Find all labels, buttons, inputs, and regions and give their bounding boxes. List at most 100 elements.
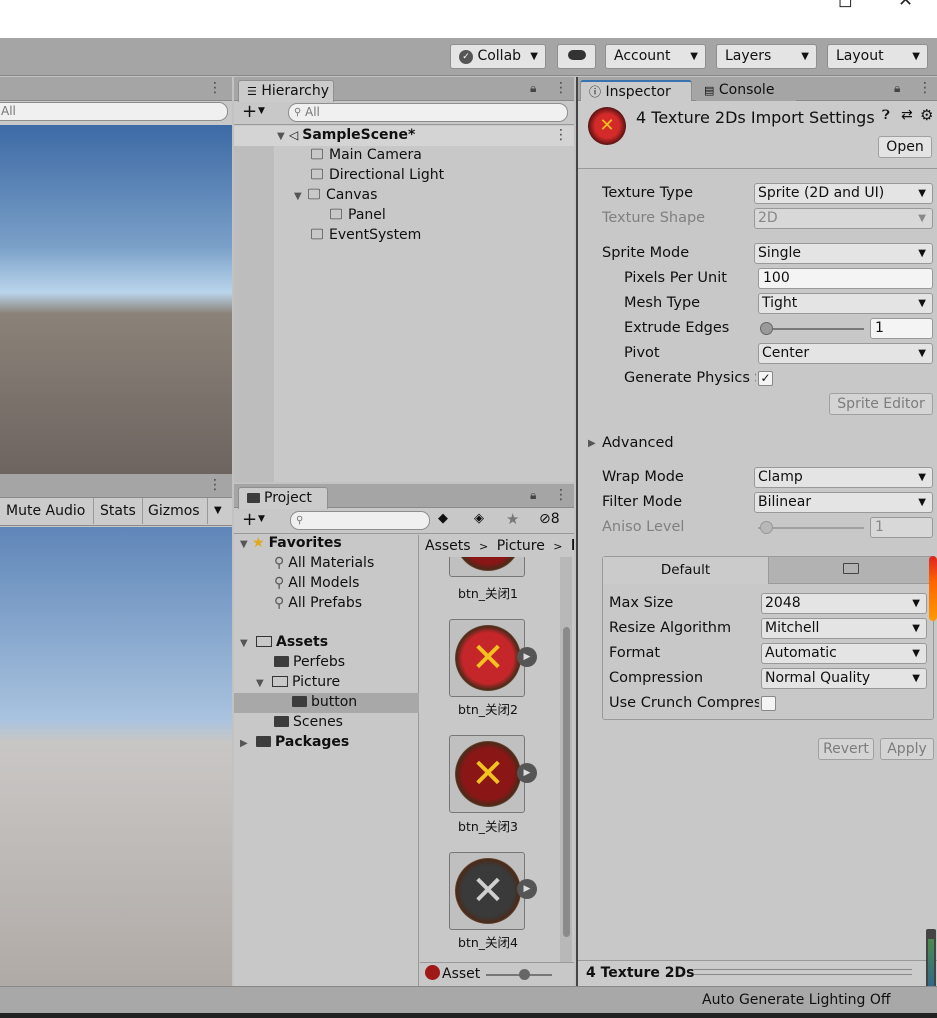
layers-dropdown[interactable]: Layers ▼ — [716, 44, 817, 69]
more-options-icon[interactable]: ⋮ — [918, 80, 932, 96]
mute-audio-toggle[interactable]: Mute Audio — [6, 498, 85, 524]
scrollbar-thumb[interactable] — [563, 627, 570, 937]
filter-mode-dropdown[interactable]: Bilinear ▼ — [754, 492, 933, 513]
gizmos-toggle[interactable]: Gizmos — [148, 498, 200, 524]
tree-button[interactable]: button — [292, 694, 357, 710]
extrude-edges-field[interactable]: 1 — [870, 318, 933, 339]
slider-knob[interactable] — [519, 969, 530, 980]
collab-button[interactable]: ✓ Collab ▼ — [450, 44, 546, 69]
tree-scenes[interactable]: Scenes — [274, 714, 343, 730]
hierarchy-item-main-camera[interactable]: Main Camera — [309, 147, 422, 163]
asset-scrollbar[interactable] — [560, 557, 572, 962]
tab-inspector[interactable]: ⓘ Inspector — [580, 80, 692, 102]
play-preview-icon[interactable]: ▶ — [517, 879, 537, 899]
preview-drag-handle[interactable] — [694, 969, 912, 975]
compression-dropdown[interactable]: Normal Quality ▼ — [761, 668, 927, 689]
expanded-arrow-icon[interactable]: ▼ — [256, 678, 268, 689]
more-options-icon[interactable]: ⋮ — [554, 487, 568, 503]
lock-icon[interactable]: 🔒︎ — [530, 488, 536, 503]
hierarchy-search-input[interactable]: ⚲ All — [288, 103, 568, 122]
hierarchy-item-canvas[interactable]: ▼ Canvas — [294, 187, 377, 203]
tab-hierarchy[interactable]: ☰ Hierarchy — [238, 80, 334, 102]
hierarchy-item-panel[interactable]: Panel — [328, 207, 386, 223]
use-crunch-checkbox[interactable] — [761, 696, 776, 711]
cloud-button[interactable] — [557, 44, 596, 69]
breadcrumb-button[interactable]: b — [571, 538, 574, 554]
slider-knob[interactable] — [760, 322, 773, 335]
apply-button[interactable]: Apply — [880, 738, 934, 760]
revert-button[interactable]: Revert — [818, 738, 874, 760]
asset-thumbnail[interactable]: ✕ — [449, 735, 525, 813]
asset-thumbnail[interactable]: ✕ — [449, 619, 525, 697]
breadcrumb-assets[interactable]: Assets — [425, 538, 471, 554]
chevron-down-icon[interactable]: ▼ — [258, 106, 265, 116]
tree-all-models[interactable]: ⚲ All Models — [274, 575, 359, 591]
tag-icon[interactable]: ◈ — [474, 511, 484, 526]
expanded-arrow-icon[interactable]: ▼ — [240, 638, 252, 649]
chevron-down-icon[interactable]: ▼ — [214, 498, 222, 524]
layout-dropdown[interactable]: Layout ▼ — [827, 44, 928, 69]
generate-physics-checkbox[interactable]: ✓ — [758, 371, 773, 386]
hierarchy-item-samplescene[interactable]: ▼ ◁ SampleScene* — [277, 127, 415, 143]
extrude-edges-slider[interactable] — [762, 328, 864, 330]
chevron-down-icon[interactable]: ▼ — [258, 514, 265, 524]
close-icon[interactable]: ✕ — [898, 0, 913, 11]
sprite-editor-button[interactable]: Sprite Editor — [829, 393, 933, 415]
tree-all-prefabs[interactable]: ⚲ All Prefabs — [274, 595, 362, 611]
expanded-arrow-icon[interactable]: ▼ — [240, 539, 252, 550]
filter-by-type-icon[interactable]: ◆ — [438, 511, 448, 526]
pixels-per-unit-field[interactable]: 100 — [758, 268, 933, 289]
hidden-packages-icon[interactable]: ⊘8 — [539, 511, 560, 527]
add-icon[interactable]: + — [242, 101, 257, 122]
play-preview-icon[interactable]: ▶ — [517, 763, 537, 783]
more-options-icon[interactable]: ⋮ — [208, 477, 222, 493]
lock-icon[interactable]: 🔒︎ — [894, 81, 900, 96]
tab-standalone-platform[interactable] — [769, 557, 933, 584]
add-icon[interactable]: + — [242, 509, 257, 530]
play-preview-icon[interactable]: ▶ — [517, 647, 537, 667]
more-options-icon[interactable]: ⋮ — [554, 80, 568, 96]
tree-perfebs[interactable]: Perfebs — [274, 654, 345, 670]
scene-search-input[interactable]: All — [0, 102, 228, 121]
hierarchy-item-directional-light[interactable]: Directional Light — [309, 167, 444, 183]
preset-sliders-icon[interactable]: ⇄ — [901, 107, 913, 123]
breadcrumb-picture[interactable]: Picture — [497, 538, 545, 554]
asset-thumbnail[interactable]: ✕ — [449, 557, 525, 577]
stats-toggle[interactable]: Stats — [100, 498, 136, 524]
tree-all-materials[interactable]: ⚲ All Materials — [274, 555, 374, 571]
gear-icon[interactable]: ⚙ — [920, 106, 933, 124]
restore-icon[interactable]: ◻ — [838, 0, 853, 11]
open-button[interactable]: Open — [878, 136, 932, 158]
account-dropdown[interactable]: Account ▼ — [605, 44, 706, 69]
hierarchy-item-eventsystem[interactable]: EventSystem — [309, 227, 421, 243]
tab-console[interactable]: ▤ Console — [696, 80, 796, 102]
pivot-dropdown[interactable]: Center ▼ — [758, 343, 933, 364]
tree-assets[interactable]: ▼ Assets — [240, 634, 328, 650]
scene-viewport[interactable] — [0, 125, 232, 474]
mesh-type-dropdown[interactable]: Tight ▼ — [758, 293, 933, 314]
tree-packages[interactable]: ▶ Packages — [240, 734, 349, 750]
format-dropdown[interactable]: Automatic ▼ — [761, 643, 927, 664]
more-options-icon[interactable]: ⋮ — [554, 127, 568, 143]
more-options-icon[interactable]: ⋮ — [208, 80, 222, 96]
tree-picture[interactable]: ▼ Picture — [256, 674, 340, 690]
lock-icon[interactable]: 🔒︎ — [530, 81, 536, 96]
project-search-input[interactable]: ⚲ — [290, 511, 430, 530]
collapsed-arrow-icon[interactable]: ▶ — [240, 738, 252, 749]
collapsed-arrow-icon[interactable]: ▶ — [588, 431, 596, 456]
resize-algorithm-dropdown[interactable]: Mitchell ▼ — [761, 618, 927, 639]
max-size-dropdown[interactable]: 2048 ▼ — [761, 593, 927, 614]
texture-type-dropdown[interactable]: Sprite (2D and UI) ▼ — [754, 183, 933, 204]
tab-project[interactable]: Project — [238, 487, 328, 509]
asset-thumbnail[interactable]: ✕ — [449, 852, 525, 930]
tab-default-platform[interactable]: Default — [603, 557, 769, 584]
game-viewport[interactable] — [0, 527, 232, 986]
star-icon[interactable]: ★ — [506, 510, 519, 528]
help-icon[interactable]: ❓︎ — [882, 108, 890, 123]
sprite-mode-dropdown[interactable]: Single ▼ — [754, 243, 933, 264]
expanded-arrow-icon[interactable]: ▼ — [277, 131, 289, 142]
tree-favorites[interactable]: ▼ ★ Favorites — [240, 535, 342, 551]
wrap-mode-dropdown[interactable]: Clamp ▼ — [754, 467, 933, 488]
row-advanced[interactable]: ▶ Advanced — [578, 431, 937, 456]
expanded-arrow-icon[interactable]: ▼ — [294, 191, 306, 202]
